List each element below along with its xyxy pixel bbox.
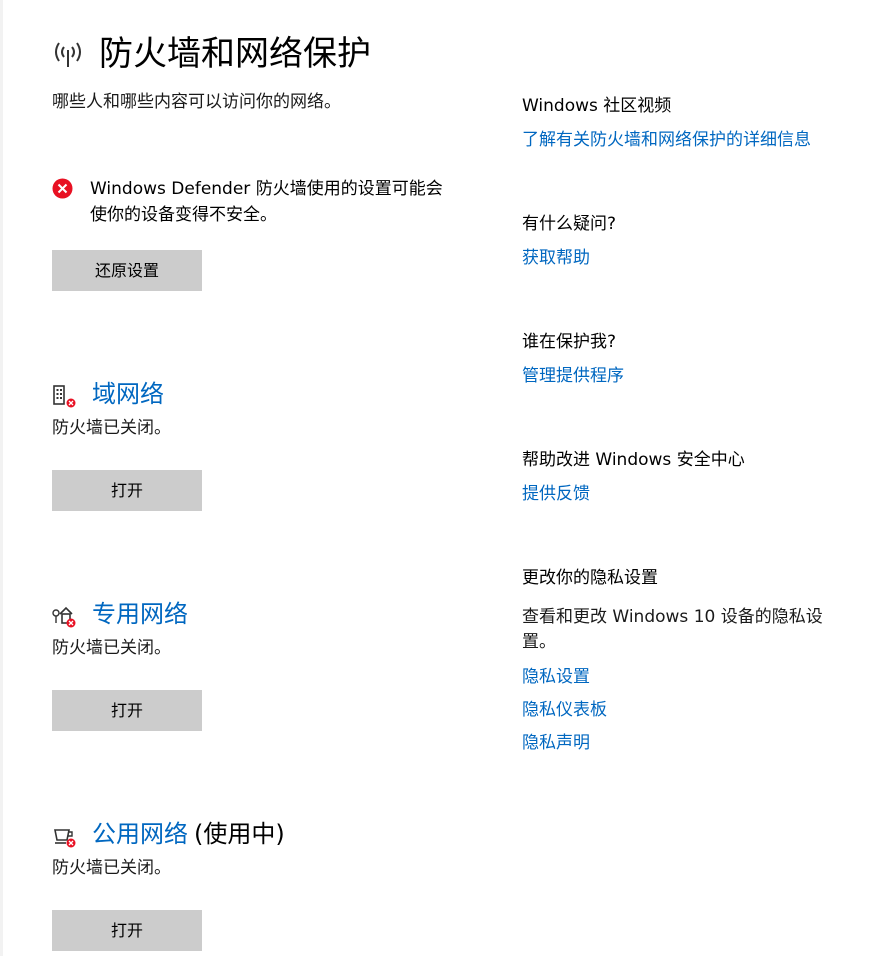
warning-line-1: Windows Defender 防火墙使用的设置可能会 [90, 179, 443, 199]
privacy-statement-link[interactable]: 隐私声明 [522, 731, 842, 755]
warning-line-2: 使你的设备变得不安全。 [90, 205, 277, 225]
community-videos-heading: Windows 社区视频 [522, 96, 672, 116]
domain-network-link[interactable]: 域网络 [92, 378, 164, 410]
learn-more-link[interactable]: 了解有关防火墙和网络保护的详细信息 [522, 128, 842, 152]
public-network-section: 公用网络 (使用中) 防火墙已关闭。 打开 [52, 818, 472, 956]
improve-heading: 帮助改进 Windows 安全中心 [522, 450, 745, 470]
warning-text: Windows Defender 防火墙使用的设置可能会 使你的设备变得不安全。 [90, 176, 490, 228]
public-network-turn-on-button[interactable]: 打开 [52, 910, 202, 951]
manage-providers-link[interactable]: 管理提供程序 [522, 364, 842, 388]
privacy-heading: 更改你的隐私设置 [522, 568, 658, 588]
private-network-status: 防火墙已关闭。 [52, 638, 171, 658]
who-protects-heading: 谁在保护我? [522, 332, 617, 352]
page-subtitle: 哪些人和哪些内容可以访问你的网络。 [52, 92, 341, 112]
domain-network-status: 防火墙已关闭。 [52, 418, 171, 438]
private-network-icon [52, 606, 76, 628]
domain-network-turn-on-button[interactable]: 打开 [52, 470, 202, 511]
public-network-icon [54, 829, 76, 848]
privacy-description: 查看和更改 Windows 10 设备的隐私设置。 [522, 607, 823, 652]
domain-network-section: 域网络 防火墙已关闭。 打开 [52, 378, 472, 518]
in-use-label: (使用中) [194, 820, 285, 848]
wifi-broadcast-icon [55, 42, 81, 67]
left-edge-divider [0, 0, 3, 956]
public-network-title: 公用网络 (使用中) [92, 818, 285, 850]
public-network-status: 防火墙已关闭。 [52, 858, 171, 878]
question-section: 有什么疑问? 获取帮助 [522, 212, 842, 270]
public-network-link[interactable]: 公用网络 [92, 820, 188, 848]
domain-network-icon [53, 385, 76, 408]
page-title: 防火墙和网络保护 [99, 34, 371, 74]
community-videos-section: Windows 社区视频 了解有关防火墙和网络保护的详细信息 [522, 94, 842, 152]
private-network-section: 专用网络 防火墙已关闭。 打开 [52, 598, 472, 738]
private-network-link[interactable]: 专用网络 [92, 598, 188, 630]
improve-section: 帮助改进 Windows 安全中心 提供反馈 [522, 448, 842, 506]
privacy-dashboard-link[interactable]: 隐私仪表板 [522, 698, 842, 722]
error-icon [52, 178, 73, 199]
give-feedback-link[interactable]: 提供反馈 [522, 482, 842, 506]
restore-settings-button[interactable]: 还原设置 [52, 250, 202, 291]
private-network-turn-on-button[interactable]: 打开 [52, 690, 202, 731]
question-heading: 有什么疑问? [522, 214, 617, 234]
get-help-link[interactable]: 获取帮助 [522, 246, 842, 270]
privacy-section: 更改你的隐私设置 查看和更改 Windows 10 设备的隐私设置。 隐私设置 … [522, 566, 842, 755]
who-protects-section: 谁在保护我? 管理提供程序 [522, 330, 842, 388]
privacy-settings-link[interactable]: 隐私设置 [522, 665, 842, 689]
